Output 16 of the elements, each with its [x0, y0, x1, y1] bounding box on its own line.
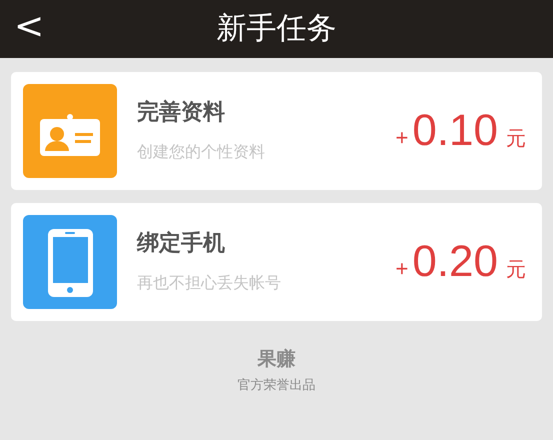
currency-unit: 元: [506, 258, 526, 283]
task-title: 完善资料: [137, 98, 226, 126]
reward-sign: +: [396, 255, 408, 283]
reward-sign: +: [396, 124, 408, 152]
page-title: 新手任务: [216, 11, 336, 47]
currency-unit: 元: [506, 127, 526, 152]
task-description: 再也不担心丢失帐号: [137, 274, 282, 294]
task-description: 创建您的个性资料: [137, 142, 266, 163]
task-title: 绑定手机: [137, 229, 226, 257]
reward-amount: 0.10: [412, 106, 498, 156]
brand-name: 果赚: [258, 348, 296, 372]
brand-tagline: 官方荣誉出品: [238, 376, 316, 394]
reward-amount: 0.20: [412, 237, 498, 287]
back-button[interactable]: <: [12, 7, 46, 47]
task-card[interactable]: 完善资料 创建您的个性资料 +0.10 元: [11, 72, 542, 190]
task-card[interactable]: 绑定手机 再也不担心丢失帐号 +0.20 元: [11, 203, 542, 321]
